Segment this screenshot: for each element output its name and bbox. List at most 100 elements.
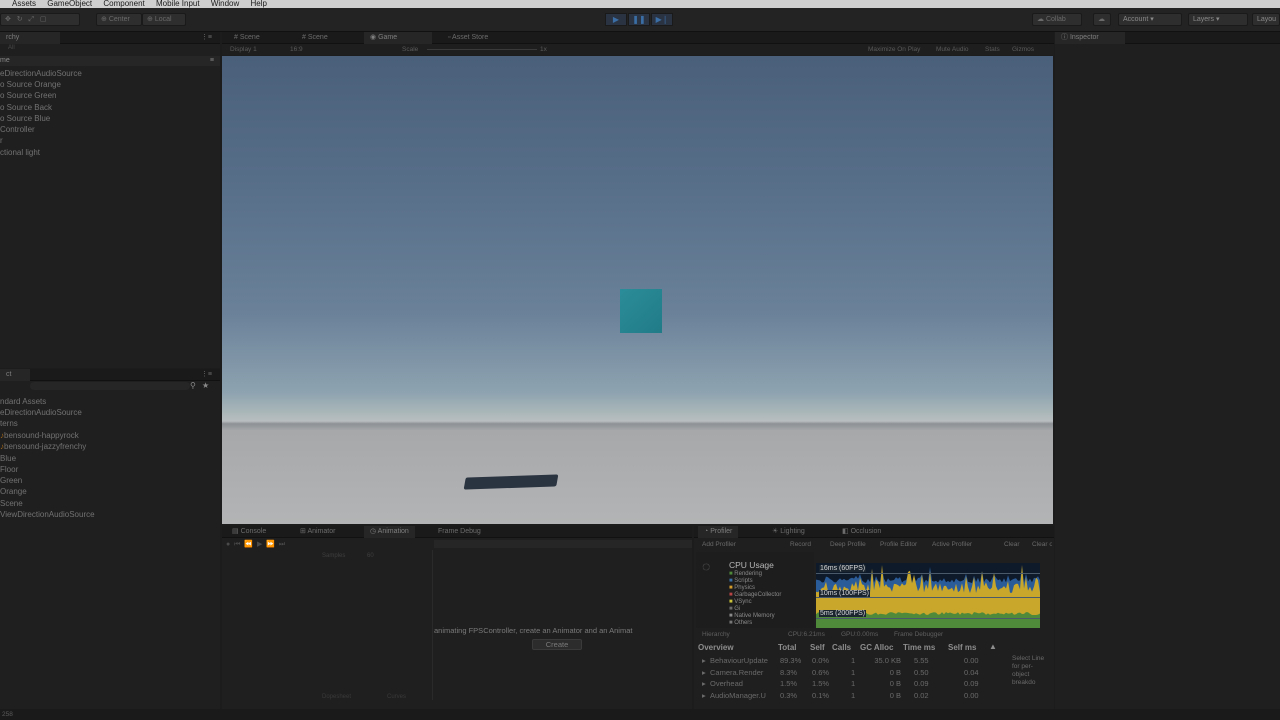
last-key-icon[interactable]: ⏭ <box>279 541 285 548</box>
menu-assets[interactable]: Assets <box>12 0 36 8</box>
project-item[interactable]: ViewDirectionAudioSource <box>0 510 95 519</box>
tab-lighting[interactable]: ☀ Lighting <box>766 526 811 538</box>
transform-tools[interactable]: ✥ ↻ ⤢ ▢ <box>0 13 80 26</box>
col-self[interactable]: Self <box>810 643 825 652</box>
tab-inspector[interactable]: ⓘ Inspector <box>1055 32 1125 44</box>
clear-on-play-toggle[interactable]: Clear on Play <box>1032 540 1052 550</box>
col-time-ms[interactable]: Time ms <box>903 643 935 652</box>
mute-audio-toggle[interactable]: Mute Audio <box>936 44 969 55</box>
profiler-row[interactable]: ▸ Overhead 1.5% 1.5% 1 0 B 0.09 0.09 <box>698 679 998 689</box>
col-self-ms[interactable]: Self ms <box>948 643 976 652</box>
active-profiler-dropdown[interactable]: Active Profiler <box>932 540 972 550</box>
project-item[interactable]: terns <box>0 419 18 428</box>
account-dropdown[interactable]: Account ▾ <box>1118 13 1182 26</box>
menu-component[interactable]: Component <box>103 0 144 8</box>
hierarchy-search[interactable]: All <box>0 45 220 55</box>
tab-occlusion[interactable]: ◧ Occlusion <box>836 526 887 538</box>
dopesheet-tab[interactable]: Dopesheet <box>322 694 351 700</box>
hierarchy-item[interactable]: o Source Blue <box>0 114 50 123</box>
legend-gc[interactable]: ■ GarbageCollector <box>729 592 781 599</box>
project-item[interactable]: ♪bensound-jazzyfrenchy <box>0 442 86 451</box>
favorite-icon[interactable]: ★ <box>202 381 209 390</box>
first-key-icon[interactable]: ⏮ <box>234 541 240 548</box>
record-toggle[interactable]: Record <box>790 540 811 550</box>
profiler-row[interactable]: ▸ Camera.Render 8.3% 0.6% 1 0 B 0.50 0.04 <box>698 668 998 678</box>
rotate-tool-icon[interactable]: ↻ <box>17 16 23 23</box>
tab-game[interactable]: ◉ Game <box>364 32 432 44</box>
legend-scripts[interactable]: ■ Scripts <box>729 578 781 585</box>
menu-help[interactable]: Help <box>251 0 267 8</box>
expand-arrow-icon[interactable]: ▸ <box>702 679 706 688</box>
profile-editor-toggle[interactable]: Profile Editor <box>880 540 917 550</box>
display-dropdown[interactable]: Display 1 <box>230 44 257 55</box>
tab-animation[interactable]: ◷ Animation <box>364 526 415 538</box>
maximize-on-play-toggle[interactable]: Maximize On Play <box>868 44 920 55</box>
record-icon[interactable]: ● <box>226 541 230 548</box>
pivot-toggle[interactable]: ⊕ Center <box>96 13 142 26</box>
expand-arrow-icon[interactable]: ▸ <box>702 668 706 677</box>
clear-button[interactable]: Clear <box>1004 540 1020 550</box>
tab-scene[interactable]: # Scene <box>228 32 266 44</box>
gizmos-dropdown[interactable]: Gizmos <box>1012 44 1034 55</box>
hierarchy-item[interactable]: r <box>0 136 3 145</box>
hierarchy-item[interactable]: o Source Green <box>0 91 56 100</box>
cpu-usage-area[interactable]: ◌ CPU Usage ■ Rendering ■ Scripts ■ Phys… <box>696 552 814 628</box>
game-viewport[interactable] <box>222 56 1053 524</box>
filter-icon[interactable]: ⚲ <box>190 381 196 390</box>
layers-dropdown[interactable]: Layers ▾ <box>1188 13 1248 26</box>
expand-arrow-icon[interactable]: ▸ <box>702 656 706 665</box>
menu-mobile-input[interactable]: Mobile Input <box>156 0 200 8</box>
timeline-ruler[interactable] <box>434 540 692 548</box>
play-button[interactable]: ▶ <box>605 13 627 26</box>
project-item[interactable]: ♪bensound-happyrock <box>0 431 79 440</box>
stats-toggle[interactable]: Stats <box>985 44 1000 55</box>
legend-rendering[interactable]: ■ Rendering <box>729 571 781 578</box>
tab-frame-debug[interactable]: Frame Debug <box>432 526 487 538</box>
hierarchy-item[interactable]: o Source Orange <box>0 80 61 89</box>
col-total[interactable]: Total <box>778 643 797 652</box>
create-animator-button[interactable]: Create <box>532 639 582 650</box>
add-profiler-dropdown[interactable]: Add Profiler <box>702 540 736 550</box>
prev-key-icon[interactable]: ⏪ <box>244 541 253 548</box>
sort-arrow-icon[interactable]: ▲ <box>989 642 997 651</box>
project-item[interactable]: eDirectionAudioSource <box>0 408 82 417</box>
project-item[interactable]: Blue <box>0 454 16 463</box>
scale-slider[interactable] <box>427 49 537 50</box>
hierarchy-item[interactable]: ctional light <box>0 148 40 157</box>
frame-debugger-button[interactable]: Frame Debugger <box>894 630 943 640</box>
step-button[interactable]: ▶❘ <box>651 13 673 26</box>
project-item[interactable]: Orange <box>0 487 27 496</box>
move-tool-icon[interactable]: ✥ <box>5 16 11 23</box>
menu-window[interactable]: Window <box>211 0 239 8</box>
legend-native-memory[interactable]: ■ Native Memory <box>729 613 781 620</box>
project-search-input[interactable] <box>30 382 190 390</box>
tab-console[interactable]: ▤ Console <box>226 526 272 538</box>
hierarchy-item[interactable]: o Source Back <box>0 103 52 112</box>
tab-profiler[interactable]: ◔ Profiler <box>698 526 739 538</box>
space-toggle[interactable]: ⊕ Local <box>142 13 186 26</box>
project-item[interactable]: Green <box>0 476 22 485</box>
scale-tool-icon[interactable]: ⤢ <box>28 16 34 23</box>
legend-physics[interactable]: ■ Physics <box>729 585 781 592</box>
tab-scene-2[interactable]: # Scene <box>296 32 334 44</box>
pause-button[interactable]: ❚❚ <box>628 13 650 26</box>
next-key-icon[interactable]: ⏩ <box>266 541 275 548</box>
hierarchy-item[interactable]: Controller <box>0 125 35 134</box>
panel-menu-icon[interactable]: ⋮≡ <box>201 32 212 44</box>
hierarchy-item[interactable]: eDirectionAudioSource <box>0 69 82 78</box>
col-gc-alloc[interactable]: GC Alloc <box>860 643 893 652</box>
scene-menu-icon[interactable]: ≡ <box>210 56 214 66</box>
layout-dropdown[interactable]: Layou <box>1252 13 1280 26</box>
profiler-row[interactable]: ▸ AudioManager.U 0.3% 0.1% 1 0 B 0.02 0.00 <box>698 691 998 701</box>
samples-field[interactable]: 60 <box>367 553 374 559</box>
tab-hierarchy[interactable]: rchy <box>0 32 60 44</box>
aspect-dropdown[interactable]: 16:9 <box>290 44 303 55</box>
tab-asset-store[interactable]: ▫ Asset Store <box>442 32 494 44</box>
col-calls[interactable]: Calls <box>832 643 851 652</box>
curves-tab[interactable]: Curves <box>387 694 406 700</box>
tab-project[interactable]: ct <box>0 369 30 381</box>
play-anim-icon[interactable]: ▶ <box>257 541 262 548</box>
cpu-graph[interactable]: 16ms (60FPS) 10ms (100FPS) 5ms (200FPS) <box>816 563 1040 628</box>
expand-arrow-icon[interactable]: ▸ <box>702 691 706 700</box>
project-item[interactable]: Floor <box>0 465 18 474</box>
